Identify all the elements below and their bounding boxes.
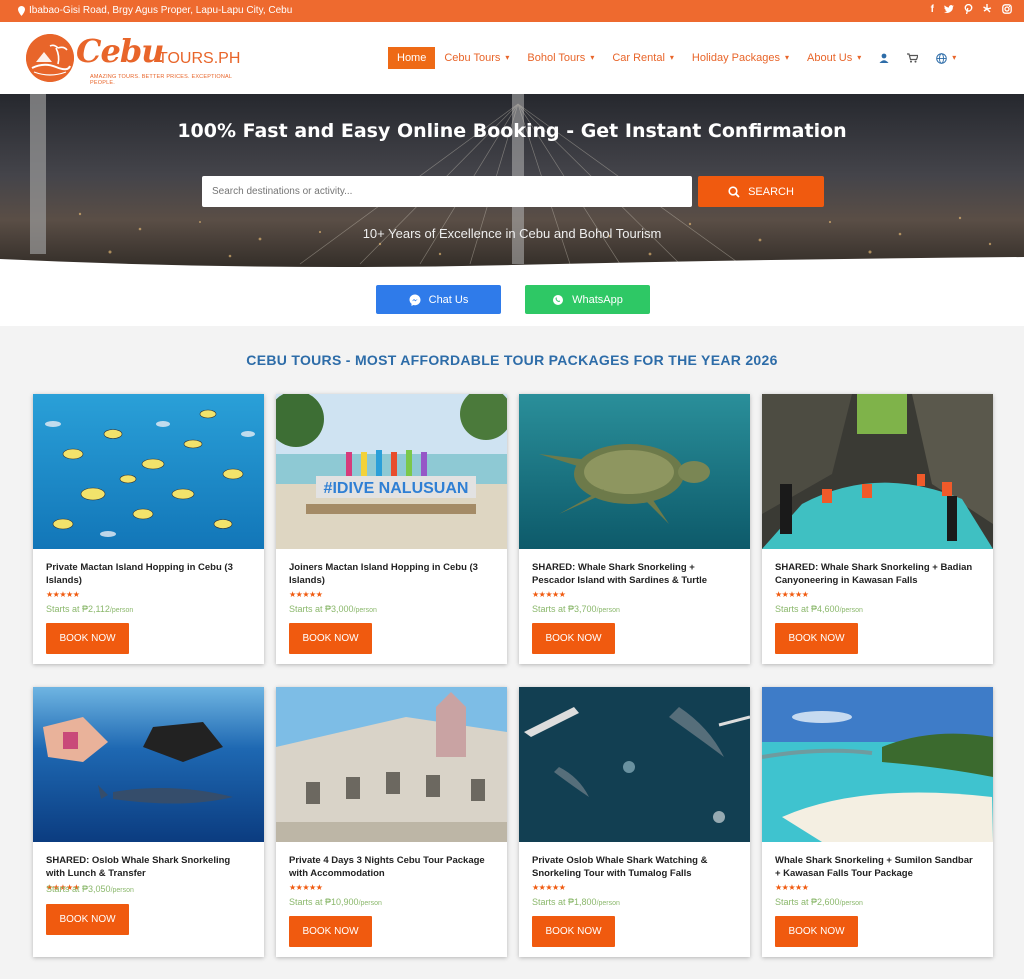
rating-stars: ★★★★★: [532, 590, 566, 599]
rating-stars: ★★★★★: [532, 883, 566, 892]
section-title: CEBU TOURS - MOST AFFORDABLE TOUR PACKAG…: [246, 352, 778, 368]
tour-card[interactable]: Private 4 Days 3 Nights Cebu Tour Packag…: [276, 687, 507, 957]
nav-holiday-packages[interactable]: Holiday Packages ▾: [683, 47, 798, 69]
pinterest-icon[interactable]: [964, 4, 973, 14]
rating-stars: ★★★★★: [289, 883, 323, 892]
tour-price: Starts at ₱2,112/person: [46, 604, 134, 614]
account-button[interactable]: [870, 47, 898, 69]
chevron-down-icon: ▾: [857, 53, 862, 62]
chevron-down-icon: ▾: [952, 53, 957, 62]
instagram-icon[interactable]: [1002, 4, 1012, 14]
whatsapp-icon: [553, 294, 564, 305]
nav-cebu-tours[interactable]: Cebu Tours ▾: [435, 47, 518, 69]
tour-image-beach-sign[interactable]: #IDIVE NALUSUAN: [276, 394, 507, 549]
tour-price: Starts at ₱4,600/person: [775, 604, 863, 614]
social-links: f: [931, 4, 1012, 15]
globe-icon: [936, 52, 948, 64]
tour-title[interactable]: SHARED: Oslob Whale Shark Snorkeling wit…: [46, 855, 251, 880]
tour-card[interactable]: Private Oslob Whale Shark Watching & Sno…: [519, 687, 750, 957]
tour-image-basilica[interactable]: [276, 687, 507, 842]
site-header: Cebu TOURS.PH AMAZING TOURS. BETTER PRIC…: [0, 22, 1024, 94]
tour-title[interactable]: Private Oslob Whale Shark Watching & Sno…: [532, 855, 737, 880]
book-now-button[interactable]: BOOK NOW: [532, 623, 615, 654]
nav-car-rental[interactable]: Car Rental ▾: [603, 47, 683, 69]
book-now-button[interactable]: BOOK NOW: [46, 623, 129, 654]
logo-brand-suffix: TOURS.PH: [158, 50, 241, 67]
chevron-down-icon: ▾: [505, 53, 510, 62]
twitter-icon[interactable]: [944, 4, 954, 14]
language-selector[interactable]: ▾: [927, 47, 965, 69]
tour-title[interactable]: Whale Shark Snorkeling + Sumilon Sandbar…: [775, 855, 980, 880]
tour-card[interactable]: SHARED: Whale Shark Snorkeling + Badian …: [762, 394, 993, 664]
rating-stars: ★★★★★: [46, 590, 80, 599]
book-now-button[interactable]: BOOK NOW: [775, 623, 858, 654]
tour-card[interactable]: #IDIVE NALUSUAN Joiners Mactan Island Ho…: [276, 394, 507, 664]
whatsapp-button[interactable]: WhatsApp: [525, 285, 650, 314]
hero-heading: 100% Fast and Easy Online Booking - Get …: [177, 120, 847, 142]
top-bar: Ibabao-Gisi Road, Brgy Agus Proper, Lapu…: [0, 0, 1024, 22]
tour-price: Starts at ₱3,050/person: [46, 884, 134, 894]
rating-stars: ★★★★★: [289, 590, 323, 599]
search-button[interactable]: SEARCH: [698, 176, 824, 207]
chevron-down-icon: ▾: [590, 53, 595, 62]
nav-bohol-tours[interactable]: Bohol Tours ▾: [518, 47, 603, 69]
rating-stars: ★★★★★: [775, 590, 809, 599]
location-pin-icon: [18, 5, 25, 16]
book-now-button[interactable]: BOOK NOW: [775, 916, 858, 947]
hero-banner: 100% Fast and Easy Online Booking - Get …: [0, 94, 1024, 274]
tour-title[interactable]: SHARED: Whale Shark Snorkeling + Pescado…: [532, 562, 737, 587]
tour-price: Starts at ₱1,800/person: [532, 897, 620, 907]
tour-image-sandbar[interactable]: [762, 687, 993, 842]
search-input[interactable]: [202, 176, 692, 207]
tour-image-fish[interactable]: [33, 394, 264, 549]
cart-button[interactable]: [898, 47, 927, 69]
hero-subtitle: 10+ Years of Excellence in Cebu and Boho…: [362, 226, 662, 241]
tour-title[interactable]: Private Mactan Island Hopping in Cebu (3…: [46, 562, 251, 587]
tour-image-turtle[interactable]: [519, 394, 750, 549]
tour-card[interactable]: Private Mactan Island Hopping in Cebu (3…: [33, 394, 264, 664]
svg-text:#IDIVE NALUSUAN: #IDIVE NALUSUAN: [324, 480, 469, 497]
chat-us-button[interactable]: Chat Us: [376, 285, 501, 314]
messenger-icon: [409, 294, 421, 306]
address-text: Ibabao-Gisi Road, Brgy Agus Proper, Lapu…: [29, 5, 293, 16]
logo-tagline: AMAZING TOURS. BETTER PRICES. EXCEPTIONA…: [90, 74, 232, 86]
tour-image-oslob-aerial[interactable]: [519, 687, 750, 842]
site-logo[interactable]: Cebu TOURS.PH AMAZING TOURS. BETTER PRIC…: [26, 32, 240, 86]
tour-image-canyoneering[interactable]: [762, 394, 993, 549]
book-now-button[interactable]: BOOK NOW: [289, 623, 372, 654]
contact-bar: Chat Us WhatsApp: [0, 268, 1024, 326]
logo-emblem-icon: [26, 34, 74, 82]
rating-stars: ★★★★★: [775, 883, 809, 892]
logo-brand-main: Cebu: [76, 32, 164, 70]
nav-home[interactable]: Home: [388, 47, 436, 69]
tour-title[interactable]: Joiners Mactan Island Hopping in Cebu (3…: [289, 562, 494, 587]
facebook-icon[interactable]: f: [931, 4, 934, 15]
chevron-down-icon: ▾: [669, 53, 674, 62]
tour-title[interactable]: Private 4 Days 3 Nights Cebu Tour Packag…: [289, 855, 494, 880]
book-now-button[interactable]: BOOK NOW: [289, 916, 372, 947]
user-icon: [879, 53, 889, 63]
nav-about-us[interactable]: About Us ▾: [798, 47, 870, 69]
address: Ibabao-Gisi Road, Brgy Agus Proper, Lapu…: [18, 5, 292, 16]
tour-price: Starts at ₱3,700/person: [532, 604, 620, 614]
tour-price: Starts at ₱10,900/person: [289, 897, 382, 907]
cart-icon: [907, 53, 919, 63]
tour-title[interactable]: SHARED: Whale Shark Snorkeling + Badian …: [775, 562, 980, 587]
tour-card[interactable]: SHARED: Oslob Whale Shark Snorkeling wit…: [33, 687, 264, 957]
book-now-button[interactable]: BOOK NOW: [46, 904, 129, 935]
tour-price: Starts at ₱3,000/person: [289, 604, 377, 614]
tour-price: Starts at ₱2,600/person: [775, 897, 863, 907]
tour-card[interactable]: Whale Shark Snorkeling + Sumilon Sandbar…: [762, 687, 993, 957]
main-nav: Home Cebu Tours ▾ Bohol Tours ▾ Car Rental…: [388, 47, 965, 69]
yelp-icon[interactable]: [983, 4, 992, 14]
chevron-down-icon: ▾: [784, 53, 789, 62]
tour-card[interactable]: SHARED: Whale Shark Snorkeling + Pescado…: [519, 394, 750, 664]
search-icon: [728, 185, 740, 198]
tour-image-snorkel-whaleshark[interactable]: [33, 687, 264, 842]
book-now-button[interactable]: BOOK NOW: [532, 916, 615, 947]
